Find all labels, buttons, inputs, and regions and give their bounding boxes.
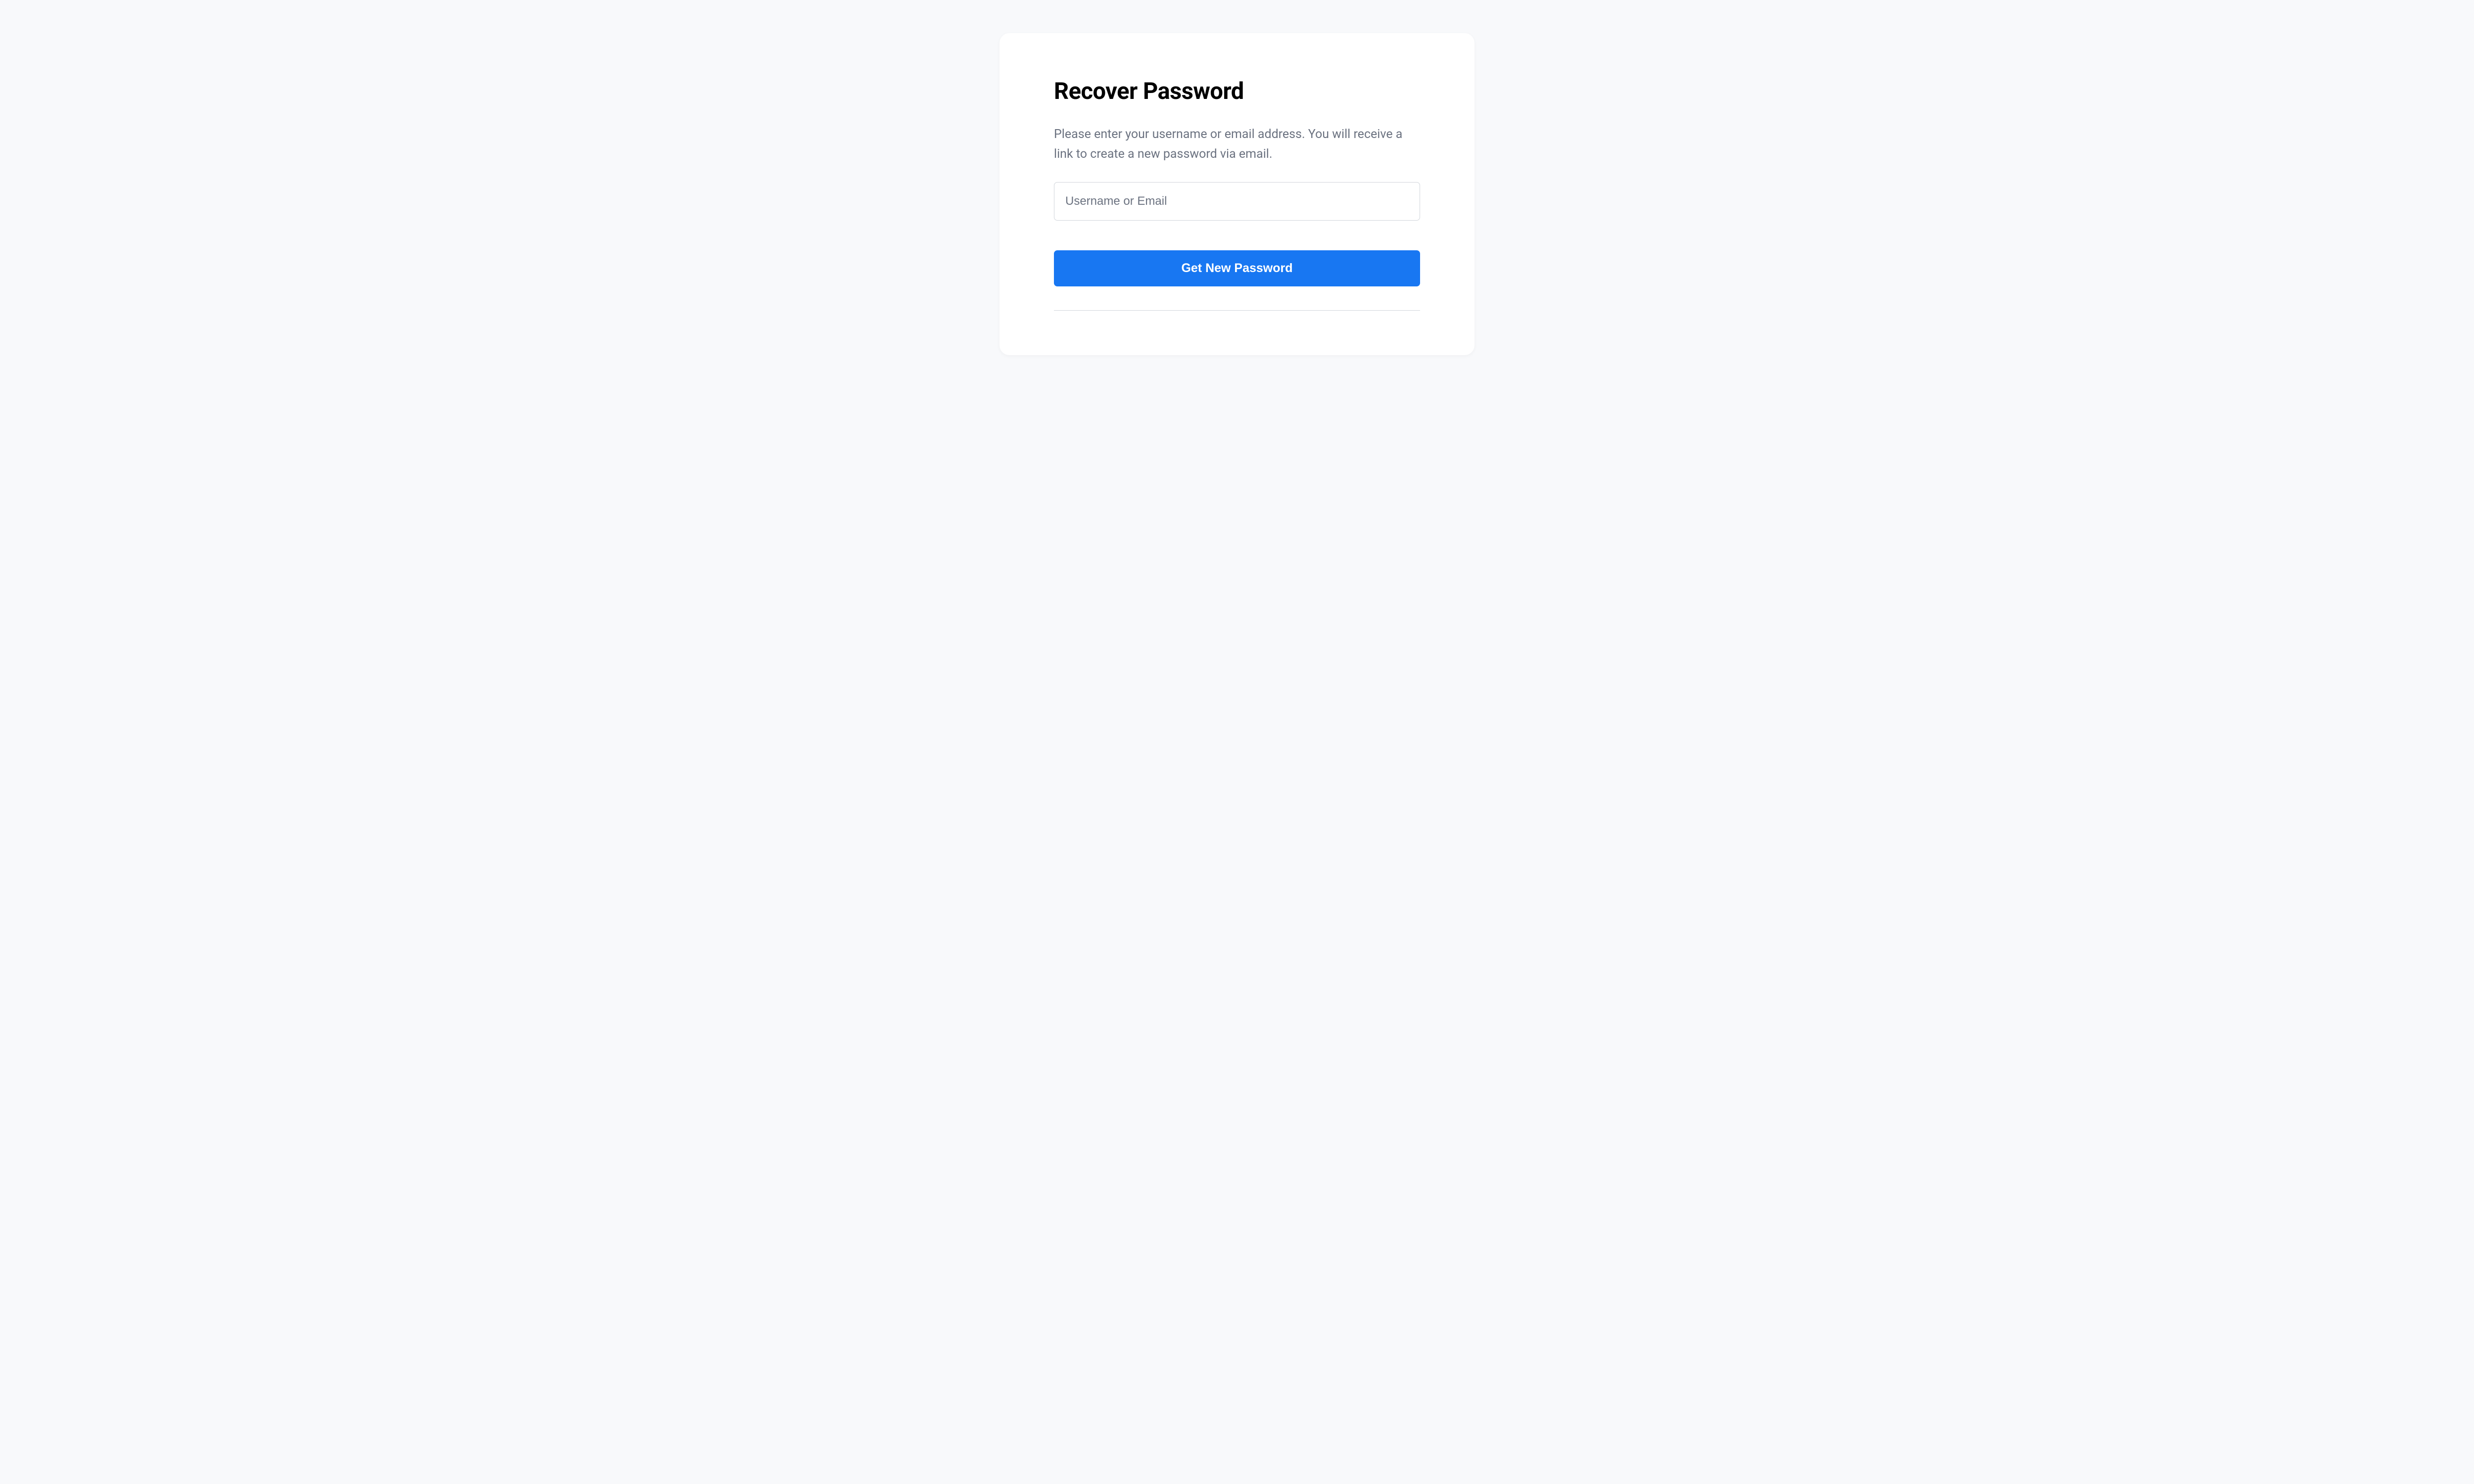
- divider: [1054, 310, 1420, 311]
- get-new-password-button[interactable]: Get New Password: [1054, 250, 1420, 286]
- page-title: Recover Password: [1054, 78, 1420, 105]
- instructions-text: Please enter your username or email addr…: [1054, 125, 1420, 164]
- username-email-input[interactable]: [1054, 182, 1420, 221]
- recover-password-card: Recover Password Please enter your usern…: [999, 33, 1475, 355]
